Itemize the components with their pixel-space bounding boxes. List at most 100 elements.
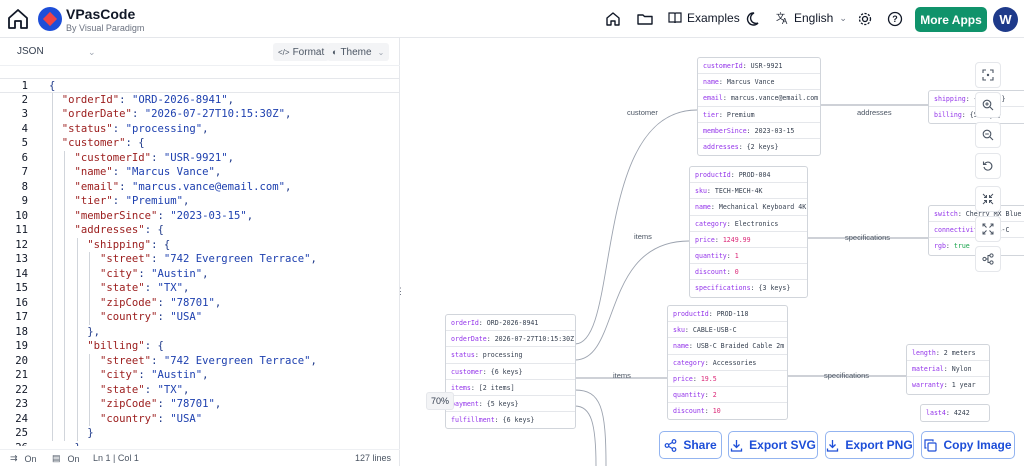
- avatar[interactable]: W: [993, 7, 1018, 32]
- indent-guide: [77, 237, 78, 441]
- chevron-down-icon[interactable]: ⌄: [88, 47, 96, 58]
- export-svg-button[interactable]: Export SVG: [728, 431, 818, 459]
- code-line[interactable]: 9 "tier": "Premium",: [0, 194, 400, 209]
- indent-guide: [89, 252, 90, 325]
- examples-button[interactable]: Examples: [668, 11, 740, 25]
- node-payment[interactable]: last4: 4242: [920, 404, 990, 423]
- node-key: length: [912, 349, 936, 357]
- line-number: 19: [15, 340, 28, 352]
- node-separator: :: [961, 111, 970, 120]
- line-number: 12: [15, 238, 28, 251]
- code-text: "addresses": {: [74, 224, 164, 236]
- node-row: productId: PROD-004: [690, 167, 807, 184]
- code-line[interactable]: 16 "zipCode": "78701",: [0, 296, 400, 311]
- node-specifications-2[interactable]: length: 2 meters material: Nylon warranty:…: [906, 344, 990, 395]
- node-separator: :: [935, 349, 944, 357]
- code-line[interactable]: 17 "country": "USA": [0, 310, 400, 325]
- minimap-toggle[interactable]: ▤ On: [52, 453, 80, 464]
- code-line[interactable]: 2 "orderId": "ORD-2026-8941",: [0, 93, 400, 108]
- node-value: 1: [734, 251, 739, 260]
- zoom-level: 70%: [426, 392, 454, 410]
- code-text: "customer": {: [61, 137, 145, 149]
- word-wrap-toggle[interactable]: ⇉ On: [10, 453, 37, 464]
- graph-canvas[interactable]: customer addresses items specifications …: [401, 38, 1024, 466]
- code-line[interactable]: 23 "zipCode": "78701",: [0, 397, 400, 412]
- reset-icon[interactable]: [975, 153, 1001, 179]
- language-select[interactable]: 文A English ⌄: [776, 11, 847, 25]
- node-item-2[interactable]: productId: PROD-118 sku: CABLE-USB-C name:…: [667, 305, 788, 421]
- format-button[interactable]: </> Format: [273, 43, 330, 61]
- line-number: 9: [21, 195, 28, 207]
- code-line[interactable]: 11 "addresses": {: [0, 223, 400, 238]
- more-apps-button[interactable]: More Apps: [915, 7, 987, 32]
- node-value: true: [953, 242, 970, 251]
- node-separator: :: [726, 251, 735, 260]
- code-line[interactable]: 5 "customer": {: [0, 136, 400, 151]
- code-line[interactable]: 25 }: [0, 426, 400, 441]
- code-line[interactable]: 19 "billing": {: [0, 339, 400, 354]
- dark-mode-icon[interactable]: [746, 10, 764, 28]
- node-key: customer: [451, 367, 483, 376]
- indent-guide: [52, 92, 53, 441]
- gear-icon[interactable]: [856, 10, 874, 28]
- code-icon: </>: [278, 47, 290, 57]
- edge-label-items: items: [634, 232, 652, 241]
- code-line[interactable]: 12 "shipping": {: [0, 238, 400, 253]
- node-separator: :: [746, 126, 755, 135]
- home-icon[interactable]: [6, 7, 30, 31]
- layout-tree-icon[interactable]: [975, 246, 1001, 272]
- code-area[interactable]: 1{2 "orderId": "ORD-2026-8941", 3 "orderD…: [0, 78, 400, 446]
- node-customer[interactable]: customerId: USR-9921 name: Marcus Vance em…: [697, 57, 821, 157]
- node-key: switch: [934, 210, 958, 218]
- zoom-out-icon[interactable]: [975, 122, 1001, 148]
- code-line[interactable]: 26 }: [0, 441, 400, 447]
- node-key: category: [673, 358, 705, 367]
- node-separator: :: [943, 365, 952, 374]
- code-line[interactable]: 6 "customerId": "USR-9921",: [0, 151, 400, 166]
- line-number: 5: [21, 137, 28, 149]
- editor-status-bar: ⇉ On ▤ On Ln 1 | Col 1 127 lines: [0, 449, 400, 466]
- collapse-icon[interactable]: [975, 186, 1001, 212]
- node-key: email: [703, 94, 723, 103]
- node-separator: :: [478, 399, 487, 408]
- home-nav-icon[interactable]: [604, 10, 622, 28]
- node-root[interactable]: orderId: ORD-2026-8941 orderDate: 2026-07…: [445, 314, 576, 430]
- help-icon[interactable]: ?: [886, 10, 904, 28]
- language-dropdown[interactable]: JSON: [17, 46, 44, 57]
- fit-view-icon[interactable]: [975, 62, 1001, 88]
- export-png-button[interactable]: Export PNG: [825, 431, 914, 459]
- zoom-in-icon[interactable]: [975, 92, 1001, 118]
- code-line[interactable]: 18 },: [0, 325, 400, 340]
- node-value: {3 keys}: [758, 284, 791, 293]
- export-svg-label: Export SVG: [749, 438, 816, 452]
- code-line[interactable]: 7 "name": "Marcus Vance",: [0, 165, 400, 180]
- code-text: "orderId": "ORD-2026-8941",: [61, 93, 234, 106]
- folder-icon[interactable]: [636, 10, 654, 28]
- code-line[interactable]: 15 "state": "TX",: [0, 281, 400, 296]
- code-line[interactable]: 13 "street": "742 Evergreen Terrace",: [0, 252, 400, 267]
- code-line[interactable]: 22 "state": "TX",: [0, 383, 400, 398]
- copy-image-button[interactable]: Copy Image: [921, 431, 1015, 459]
- code-line[interactable]: 21 "city": "Austin",: [0, 368, 400, 383]
- node-value: {5 keys}: [486, 399, 519, 408]
- node-value: 2 meters: [943, 349, 976, 357]
- node-value: 2023-03-15: [754, 126, 795, 135]
- code-line[interactable]: 10 "memberSince": "2023-03-15",: [0, 209, 400, 224]
- share-button[interactable]: Share: [659, 431, 722, 459]
- code-line[interactable]: 24 "country": "USA": [0, 412, 400, 427]
- node-key: specifications: [695, 284, 751, 293]
- code-line[interactable]: 14 "city": "Austin",: [0, 267, 400, 282]
- node-item-1[interactable]: productId: PROD-004 sku: TECH-MECH-4K name…: [689, 166, 808, 298]
- node-row: price: 1249.99: [690, 232, 807, 248]
- node-row: fulfillment: {6 keys}: [446, 412, 575, 428]
- code-text: "state": "TX",: [100, 282, 190, 294]
- code-line[interactable]: 4 "status": "processing",: [0, 122, 400, 137]
- node-row: name: USB-C Braided Cable 2m: [668, 338, 787, 355]
- code-line[interactable]: 3 "orderDate": "2026-07-27T10:15:30Z",: [0, 107, 400, 122]
- code-line[interactable]: 1{: [0, 78, 400, 93]
- code-line[interactable]: 20 "street": "742 Evergreen Terrace",: [0, 354, 400, 369]
- line-number: 13: [15, 253, 28, 265]
- code-line[interactable]: 8 "email": "marcus.vance@email.com",: [0, 180, 400, 195]
- theme-button[interactable]: ◐ Theme ⌄: [327, 43, 390, 61]
- expand-icon[interactable]: [975, 216, 1001, 242]
